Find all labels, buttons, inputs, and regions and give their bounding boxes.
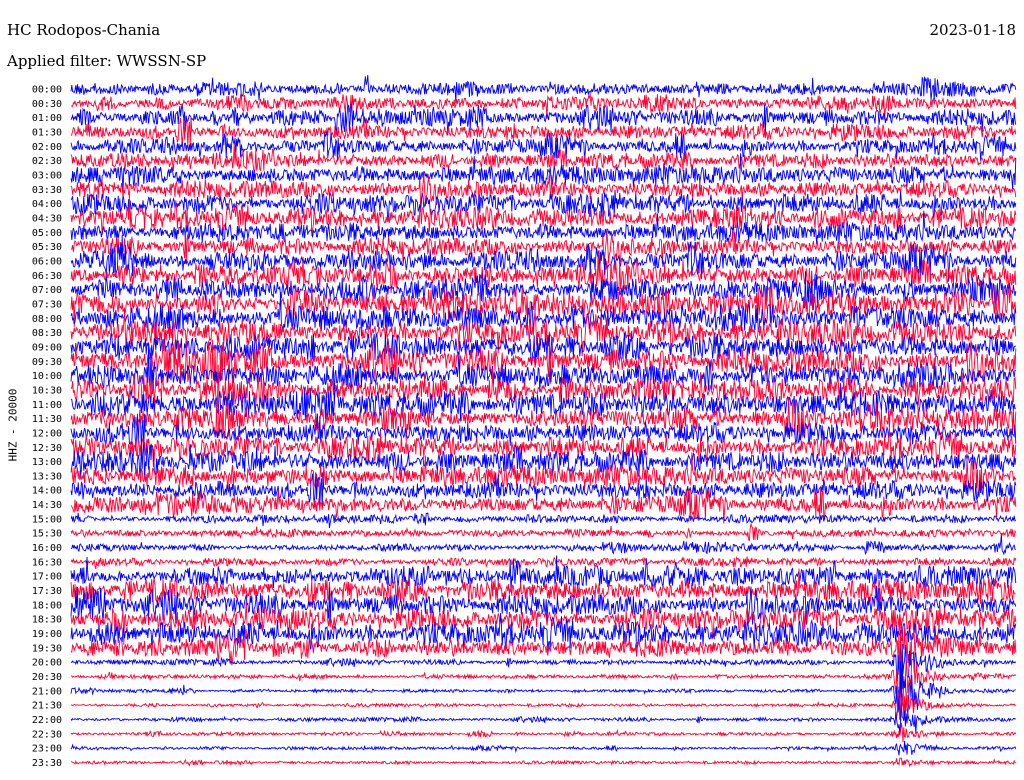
time-label: 23:00 bbox=[32, 744, 62, 755]
time-label: 15:00 bbox=[32, 514, 62, 525]
time-label: 09:30 bbox=[32, 357, 62, 368]
time-label: 20:00 bbox=[32, 658, 62, 669]
time-label: 13:30 bbox=[32, 471, 62, 482]
trace-line bbox=[70, 658, 1016, 720]
time-label: 05:30 bbox=[32, 242, 62, 253]
time-label: 00:30 bbox=[32, 99, 62, 110]
time-label: 12:00 bbox=[32, 428, 62, 439]
time-label: 11:30 bbox=[32, 414, 62, 425]
time-label: 02:30 bbox=[32, 156, 62, 167]
time-label: 19:00 bbox=[32, 629, 62, 640]
time-label: 10:00 bbox=[32, 371, 62, 382]
trace-line bbox=[70, 740, 1017, 756]
time-label: 21:30 bbox=[32, 701, 62, 712]
time-label: 23:30 bbox=[32, 758, 62, 769]
time-label: 06:00 bbox=[32, 256, 62, 267]
time-label: 19:30 bbox=[32, 643, 62, 654]
time-label: 13:00 bbox=[32, 457, 62, 468]
trace-line bbox=[71, 640, 1017, 711]
trace-line bbox=[70, 757, 1016, 768]
trace-line bbox=[70, 703, 1017, 736]
time-label: 22:30 bbox=[32, 729, 62, 740]
trace-line bbox=[70, 522, 1017, 542]
time-label: 04:00 bbox=[32, 199, 62, 210]
time-label: 05:00 bbox=[32, 228, 62, 239]
time-label: 01:00 bbox=[32, 113, 62, 124]
time-label: 17:00 bbox=[32, 572, 62, 583]
trace-line bbox=[70, 556, 1017, 570]
time-label: 16:30 bbox=[32, 557, 62, 568]
trace-line bbox=[70, 512, 1017, 529]
time-label: 10:30 bbox=[32, 385, 62, 396]
time-label: 16:00 bbox=[32, 543, 62, 554]
time-label: 18:30 bbox=[32, 615, 62, 626]
time-label: 14:00 bbox=[32, 486, 62, 497]
time-label: 15:30 bbox=[32, 529, 62, 540]
time-label: 07:30 bbox=[32, 299, 62, 310]
trace-line bbox=[70, 534, 1016, 556]
time-label: 04:30 bbox=[32, 213, 62, 224]
time-label: 20:30 bbox=[32, 672, 62, 683]
time-label: 08:00 bbox=[32, 314, 62, 325]
time-label: 22:00 bbox=[32, 715, 62, 726]
time-label: 03:00 bbox=[32, 170, 62, 181]
helicorder-plot: 00:00 00:30 01:00 01:30 02:00 02:30 03:00 03:30… bbox=[32, 75, 1017, 769]
time-label: 00:00 bbox=[32, 85, 62, 96]
time-label: 09:00 bbox=[32, 342, 62, 353]
time-label: 02:00 bbox=[32, 142, 62, 153]
time-label: 03:30 bbox=[32, 185, 62, 196]
seismogram-page: HC Rodopos-Chania 2023-01-18 Applied fil… bbox=[0, 0, 1024, 780]
time-label: 07:00 bbox=[32, 285, 62, 296]
time-label: 01:30 bbox=[32, 127, 62, 138]
time-label: 14:30 bbox=[32, 500, 62, 511]
time-label: 18:00 bbox=[32, 600, 62, 611]
time-label: 12:30 bbox=[32, 443, 62, 454]
time-label: 21:00 bbox=[32, 686, 62, 697]
time-label: 11:00 bbox=[32, 400, 62, 411]
time-label: 06:30 bbox=[32, 271, 62, 282]
trace-line bbox=[70, 723, 1017, 743]
time-label: 17:30 bbox=[32, 586, 62, 597]
time-label: 08:30 bbox=[32, 328, 62, 339]
